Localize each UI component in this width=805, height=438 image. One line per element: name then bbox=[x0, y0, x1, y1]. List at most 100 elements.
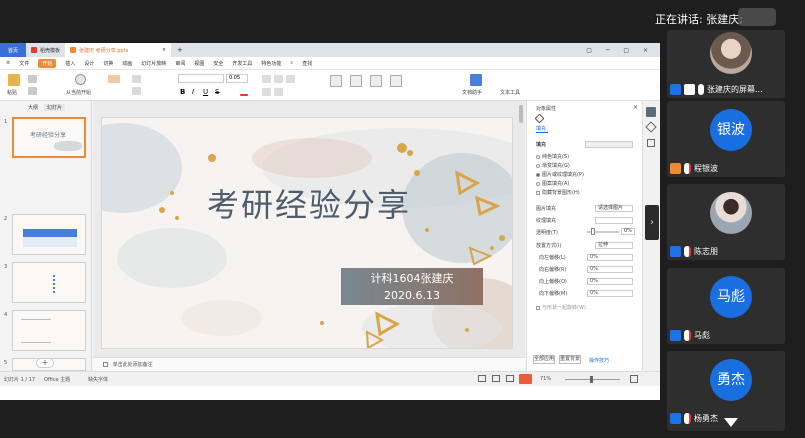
offset-top-input[interactable]: 0% bbox=[587, 278, 633, 285]
list-icon[interactable] bbox=[262, 88, 271, 96]
window-controls[interactable]: ▢ ─ ▢ × bbox=[586, 47, 660, 54]
file-helper-label[interactable]: 文档助手 bbox=[462, 89, 482, 96]
reset-background-button[interactable]: 重置背景 bbox=[559, 355, 581, 364]
slide-thumbnail-2[interactable] bbox=[12, 214, 86, 255]
fit-window-icon[interactable] bbox=[630, 375, 638, 383]
apply-all-button[interactable]: 全部应用 bbox=[533, 355, 555, 364]
missing-font[interactable]: 缺失字体 bbox=[88, 376, 108, 383]
transparency-thumb[interactable] bbox=[591, 228, 595, 235]
menu-slideshow[interactable]: 幻灯片放映 bbox=[141, 60, 166, 67]
slideshow-play-icon[interactable] bbox=[519, 374, 532, 384]
collapse-panel-button[interactable]: › bbox=[645, 205, 659, 240]
text-tool-label[interactable]: 文本工具 bbox=[500, 89, 520, 96]
arrange-icon[interactable] bbox=[370, 75, 382, 87]
option-gradient[interactable]: 渐变填充(G) bbox=[536, 162, 570, 169]
underline-icon[interactable]: U bbox=[203, 88, 208, 96]
text-box-icon[interactable] bbox=[330, 75, 342, 87]
microphone-muted-icon[interactable] bbox=[684, 330, 691, 341]
tips-link[interactable]: 操作技巧 bbox=[589, 357, 609, 364]
option-solid[interactable]: 纯色填充(S) bbox=[536, 153, 569, 160]
from-current-label[interactable]: 从当前开始 bbox=[66, 89, 91, 96]
indent-icon[interactable] bbox=[274, 88, 283, 96]
slide-thumbnail-3[interactable] bbox=[12, 262, 86, 303]
menu-features[interactable]: 特色功能 bbox=[261, 60, 281, 67]
fill-color-swatch[interactable] bbox=[585, 141, 633, 148]
menu-animation[interactable]: 动画 bbox=[122, 60, 132, 67]
slide-title[interactable]: 考研经验分享 bbox=[207, 180, 411, 226]
slide-thumbnail-1[interactable]: 考研经验分享 bbox=[12, 117, 86, 158]
participant-tile[interactable]: 马彪 马彪 bbox=[667, 268, 785, 344]
bold-icon[interactable]: B bbox=[180, 88, 185, 96]
menu-view[interactable]: 视图 bbox=[194, 60, 204, 67]
layers-icon[interactable] bbox=[647, 139, 655, 147]
vertical-scrollbar[interactable] bbox=[519, 105, 523, 123]
quick-style-icon[interactable] bbox=[390, 75, 402, 87]
paste-label[interactable]: 粘贴 bbox=[7, 89, 17, 96]
cut-icon[interactable] bbox=[28, 75, 37, 83]
reading-view-icon[interactable] bbox=[506, 375, 514, 382]
notes-pane[interactable]: 单击此处添加备注 bbox=[93, 357, 525, 371]
microphone-muted-icon[interactable] bbox=[684, 163, 691, 174]
picture-fill-select[interactable]: 请选择图片 bbox=[595, 205, 633, 212]
play-icon[interactable] bbox=[75, 74, 86, 85]
new-tab-icon[interactable]: + bbox=[171, 46, 189, 54]
align-left-icon[interactable] bbox=[262, 75, 271, 83]
menu-security[interactable]: 安全 bbox=[213, 60, 223, 67]
current-slide[interactable]: 考研经验分享 计科1604张建庆 2020.6.13 bbox=[101, 117, 513, 349]
offset-mode-select[interactable]: 拉伸 bbox=[595, 242, 633, 249]
hamburger-icon[interactable]: ≡ bbox=[6, 60, 10, 66]
participant-tile[interactable]: 张建庆的屏幕... bbox=[667, 30, 785, 98]
tab-templates[interactable]: 稻壳模板 bbox=[26, 43, 65, 57]
align-right-icon[interactable] bbox=[286, 75, 295, 83]
panel-close-icon[interactable]: × bbox=[633, 104, 638, 111]
zoom-thumb[interactable] bbox=[590, 376, 593, 383]
font-name-box[interactable] bbox=[178, 74, 224, 83]
option-picture[interactable]: 图片或纹理填充(P) bbox=[536, 171, 584, 178]
align-center-icon[interactable] bbox=[274, 75, 283, 83]
option-pattern[interactable]: 图案填充(A) bbox=[536, 180, 569, 187]
slide-thumbnail-4[interactable] bbox=[12, 310, 86, 351]
scroll-down-arrow-icon[interactable] bbox=[724, 418, 738, 427]
menu-insert[interactable]: 插入 bbox=[65, 60, 75, 67]
menu-file[interactable]: 文件 bbox=[19, 60, 29, 67]
author-box[interactable]: 计科1604张建庆 2020.6.13 bbox=[341, 268, 483, 305]
shape-icon[interactable] bbox=[645, 121, 657, 133]
normal-view-icon[interactable] bbox=[478, 375, 486, 382]
offset-bottom-input[interactable]: 0% bbox=[587, 290, 633, 297]
transparency-value-box[interactable]: 0% bbox=[621, 228, 635, 235]
strike-icon[interactable]: S bbox=[215, 88, 219, 96]
sorter-view-icon[interactable] bbox=[492, 375, 500, 382]
microphone-icon[interactable] bbox=[698, 84, 704, 95]
shapes-icon[interactable] bbox=[350, 75, 362, 87]
section-icon[interactable] bbox=[132, 87, 141, 95]
search-icon[interactable]: ⌕ bbox=[290, 60, 293, 66]
texture-fill-select[interactable] bbox=[595, 217, 633, 224]
participant-tile[interactable]: 陈志朋 bbox=[667, 184, 785, 260]
close-tab-icon[interactable]: × bbox=[162, 47, 166, 53]
menu-transitions[interactable]: 切换 bbox=[103, 60, 113, 67]
offset-right-input[interactable]: 0% bbox=[587, 266, 633, 273]
paste-icon[interactable] bbox=[8, 74, 20, 86]
tab-home[interactable]: 首页 bbox=[0, 43, 26, 57]
menu-search[interactable]: 查找 bbox=[302, 60, 312, 67]
microphone-muted-icon[interactable] bbox=[684, 246, 691, 257]
menu-home[interactable]: 开始 bbox=[38, 58, 57, 68]
italic-icon[interactable]: I bbox=[192, 88, 194, 96]
new-slide-icon[interactable] bbox=[108, 75, 120, 83]
font-color-icon[interactable] bbox=[240, 89, 248, 96]
offset-left-input[interactable]: 0% bbox=[587, 254, 633, 261]
tab-outline[interactable]: 大纲 bbox=[28, 104, 38, 111]
option-hide-bg[interactable]: 隐藏背景图形(H) bbox=[536, 189, 580, 196]
menu-review[interactable]: 审阅 bbox=[175, 60, 185, 67]
add-slide-button[interactable]: + bbox=[36, 358, 54, 368]
participant-tile[interactable]: 银波 程银波 bbox=[667, 101, 785, 177]
properties-icon[interactable] bbox=[646, 107, 656, 117]
tab-document[interactable]: 张建庆 考研分享.pptx × bbox=[65, 43, 172, 57]
tab-slides[interactable]: 幻灯片 bbox=[44, 104, 66, 111]
fill-bucket-icon[interactable] bbox=[534, 113, 545, 124]
option-rotate-with-shape[interactable]: 与形状一起旋转(W) bbox=[536, 304, 586, 311]
copy-icon[interactable] bbox=[28, 87, 37, 95]
microphone-muted-icon[interactable] bbox=[684, 413, 691, 424]
menu-design[interactable]: 设计 bbox=[84, 60, 94, 67]
layout-icon[interactable] bbox=[132, 75, 141, 83]
